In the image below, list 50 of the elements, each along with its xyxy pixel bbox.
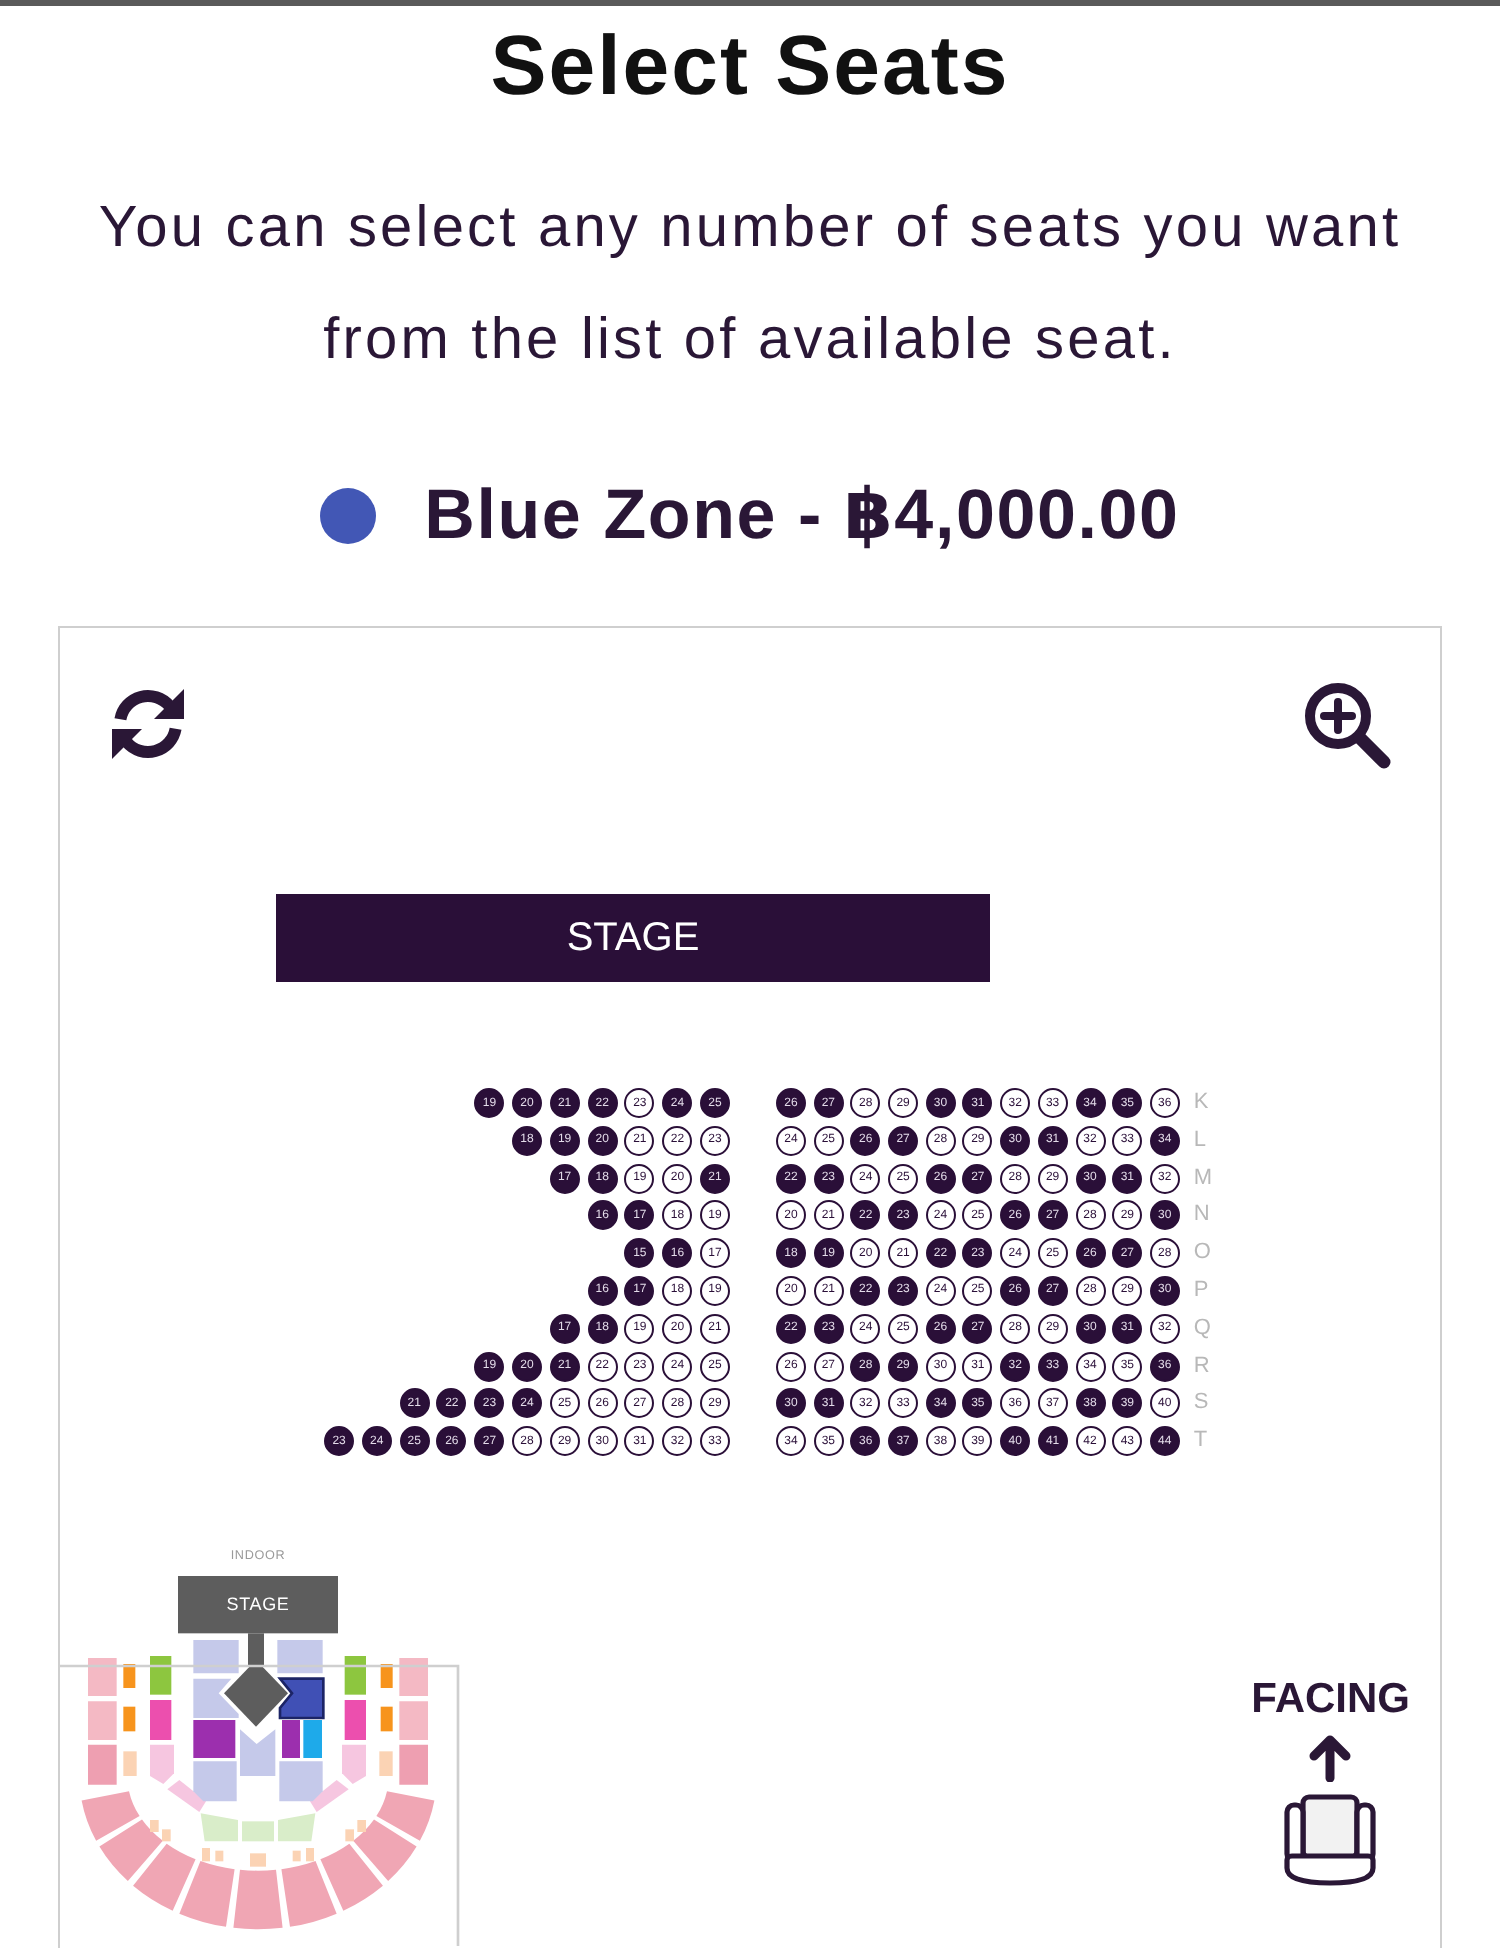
- row-label: T: [1193, 1426, 1208, 1457]
- row-label: S: [1193, 1388, 1209, 1419]
- seat-section: [399, 1701, 428, 1741]
- row-label: O: [1193, 1238, 1211, 1269]
- zoom-in-icon[interactable]: [1302, 680, 1394, 772]
- seat-section: [380, 1664, 393, 1689]
- seat-section: [150, 1700, 172, 1741]
- seat-section: [193, 1640, 239, 1674]
- arrow-up-icon: [1306, 1734, 1355, 1783]
- runway-shape: [248, 1633, 264, 1667]
- seat-section: [344, 1656, 366, 1695]
- stage-bar: STAGE: [276, 894, 990, 982]
- chair-icon: [1284, 1794, 1377, 1887]
- facing-label: FACING: [1251, 1678, 1410, 1723]
- seat-section: [376, 1791, 435, 1842]
- seat-section: [193, 1761, 237, 1802]
- page-title: Select Seats: [488, 16, 1012, 116]
- seat-section: [278, 1813, 316, 1842]
- seat-section: [242, 1821, 274, 1842]
- seat-section: [240, 1729, 276, 1777]
- selected-section: [277, 1677, 325, 1720]
- row-label: M: [1193, 1163, 1213, 1194]
- row-label: K: [1193, 1088, 1209, 1118]
- seat-section: [193, 1679, 239, 1719]
- seat-section: [88, 1745, 117, 1785]
- seat-section: [150, 1656, 172, 1695]
- seat-section: [399, 1745, 428, 1785]
- stage-block: STAGE: [178, 1576, 338, 1634]
- seat-section: [123, 1664, 136, 1689]
- row-label: R: [1193, 1351, 1210, 1382]
- row-label: P: [1193, 1275, 1209, 1306]
- seat-section: [200, 1813, 238, 1842]
- row-label: L: [1193, 1125, 1206, 1156]
- instructions-text: You can select any number of seats you want from the list of available seat.: [96, 194, 1404, 376]
- seat-section: [123, 1751, 137, 1777]
- seat-section: [344, 1700, 366, 1741]
- row-label: N: [1193, 1200, 1210, 1231]
- seat-section: [88, 1658, 117, 1697]
- zone-name: Blue Zone - ฿4,000.00: [424, 476, 1180, 556]
- seat-section: [380, 1707, 393, 1732]
- seat-section: [399, 1658, 428, 1697]
- seat-section: [379, 1751, 393, 1777]
- seat-section: [277, 1640, 323, 1674]
- seat-section: [81, 1791, 140, 1842]
- seat-section: [250, 1853, 266, 1867]
- seat-section: [233, 1870, 283, 1930]
- seat-section: [88, 1701, 117, 1741]
- seat-section: [123, 1707, 136, 1732]
- row-label: Q: [1193, 1313, 1211, 1344]
- seat-section: [193, 1720, 236, 1759]
